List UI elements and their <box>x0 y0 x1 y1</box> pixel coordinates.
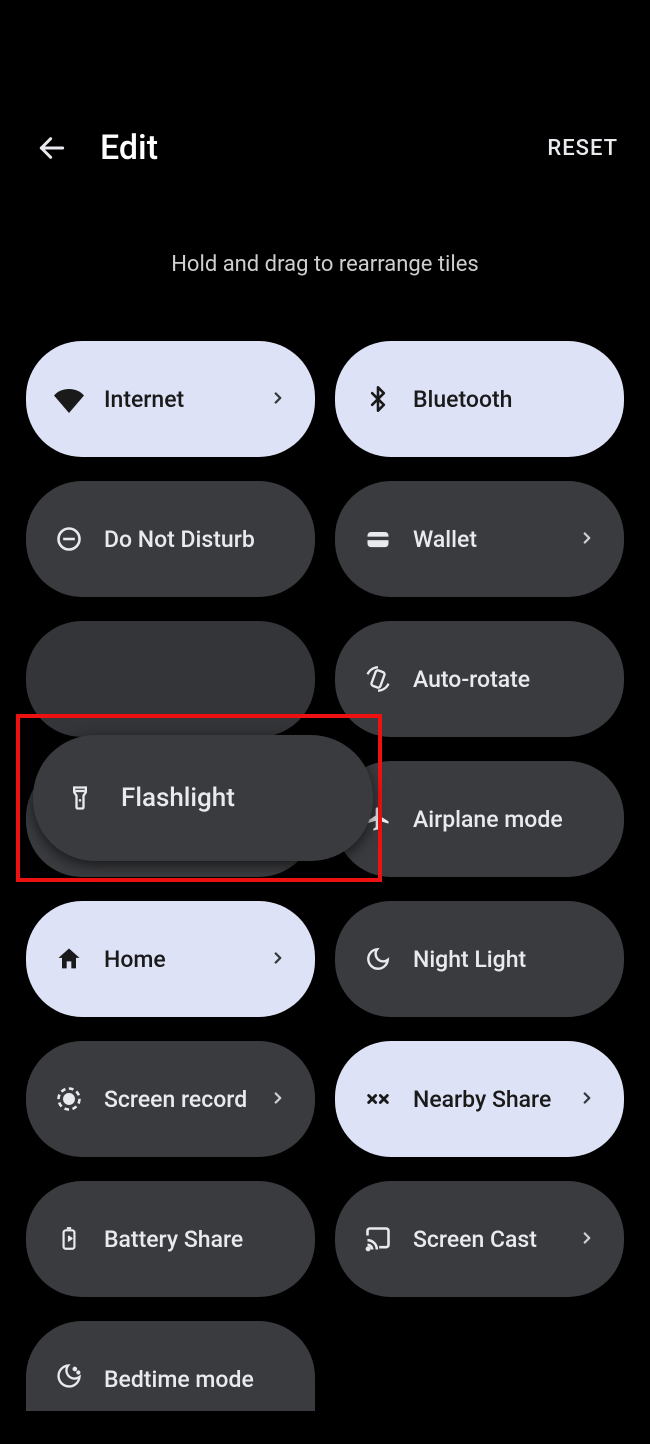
hint-text: Hold and drag to rearrange tiles <box>0 252 650 277</box>
tile-label: Bluetooth <box>413 386 598 413</box>
tile-label: Screen Cast <box>413 1226 578 1253</box>
tile-bedtime-mode[interactable]: Bedtime mode <box>26 1321 315 1411</box>
tiles-grid: Internet Bluetooth Do Not Disturb Wallet… <box>0 341 650 1411</box>
tile-night-light[interactable]: Night Light <box>335 901 624 1017</box>
chevron-right-icon <box>578 1229 598 1249</box>
tile-airplane-mode[interactable]: Airplane mode <box>335 761 624 877</box>
home-icon <box>52 942 86 976</box>
bluetooth-icon <box>361 382 395 416</box>
tile-label: Airplane mode <box>413 806 598 833</box>
tile-label: Home <box>104 946 269 973</box>
arrow-left-icon <box>36 132 68 164</box>
chevron-right-icon <box>269 1089 289 1109</box>
tile-internet[interactable]: Internet <box>26 341 315 457</box>
tile-label: Wallet <box>413 526 578 553</box>
cast-icon <box>361 1222 395 1256</box>
battery-share-icon <box>52 1222 86 1256</box>
tile-label: Do Not Disturb <box>104 526 289 553</box>
bedtime-icon <box>52 1359 86 1393</box>
chevron-right-icon <box>269 389 289 409</box>
nearby-share-icon <box>361 1082 395 1116</box>
tile-label: Bedtime mode <box>104 1366 289 1393</box>
flashlight-icon <box>63 781 97 815</box>
wallet-icon <box>361 522 395 556</box>
tile-label: Screen record <box>104 1086 269 1113</box>
tile-screen-record[interactable]: Screen record <box>26 1041 315 1157</box>
tile-nearby-share[interactable]: Nearby Share <box>335 1041 624 1157</box>
chevron-right-icon <box>578 529 598 549</box>
tile-home[interactable]: Home <box>26 901 315 1017</box>
chevron-right-icon <box>269 949 289 969</box>
tile-label: Flashlight <box>121 783 235 813</box>
tile-screen-cast[interactable]: Screen Cast <box>335 1181 624 1297</box>
page-title: Edit <box>100 128 547 168</box>
moon-icon <box>361 942 395 976</box>
tile-label: Internet <box>104 386 269 413</box>
tile-label: Auto-rotate <box>413 666 598 693</box>
tile-label: Battery Share <box>104 1226 289 1253</box>
back-button[interactable] <box>32 128 72 168</box>
reset-button[interactable]: RESET <box>547 136 618 161</box>
wifi-icon <box>52 382 86 416</box>
screen-record-icon <box>52 1082 86 1116</box>
tile-bluetooth[interactable]: Bluetooth <box>335 341 624 457</box>
auto-rotate-icon <box>361 662 395 696</box>
tile-auto-rotate[interactable]: Auto-rotate <box>335 621 624 737</box>
header: Edit RESET <box>0 108 650 188</box>
tile-label: Night Light <box>413 946 598 973</box>
dnd-icon <box>52 522 86 556</box>
tile-battery-share[interactable]: Battery Share <box>26 1181 315 1297</box>
dragging-tile-flashlight[interactable]: Flashlight <box>33 735 373 861</box>
chevron-right-icon <box>578 1089 598 1109</box>
tile-wallet[interactable]: Wallet <box>335 481 624 597</box>
tile-placeholder[interactable] <box>26 621 315 737</box>
tile-label: Nearby Share <box>413 1086 578 1113</box>
tile-do-not-disturb[interactable]: Do Not Disturb <box>26 481 315 597</box>
